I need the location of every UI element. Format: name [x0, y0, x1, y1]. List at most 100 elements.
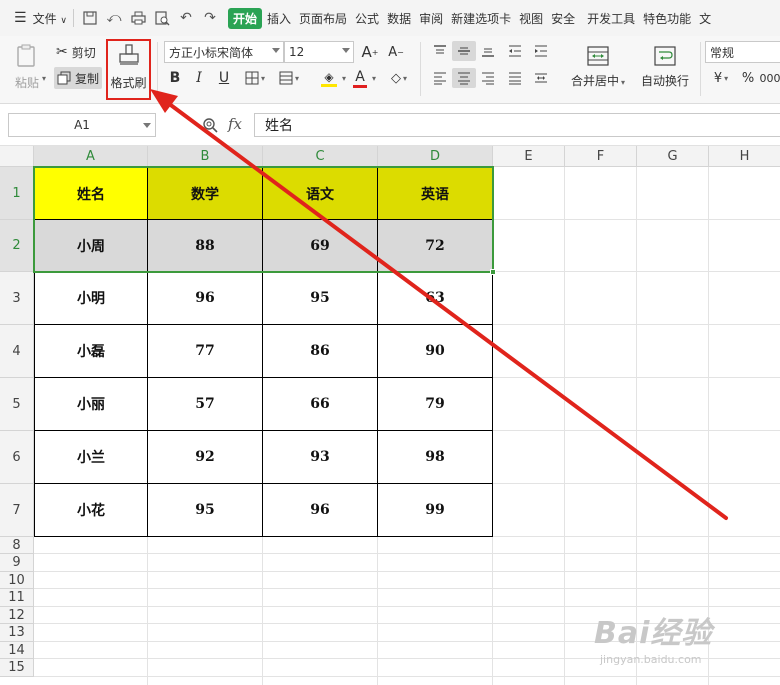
tab-data[interactable]: 数据 [387, 10, 411, 27]
menu-file[interactable]: 文件 ∨ [33, 10, 67, 27]
table-cell[interactable]: 88 [148, 220, 263, 272]
undo-icon[interactable]: ↶ [176, 8, 196, 28]
cut-button[interactable]: ✂ 剪切 [56, 42, 96, 62]
table-cell[interactable]: 66 [263, 378, 378, 431]
row-header-6[interactable]: 6 [0, 431, 34, 484]
row-header-9[interactable]: 9 [0, 554, 34, 572]
row-header-15[interactable]: 15 [0, 659, 34, 677]
increase-font-size-button[interactable]: A + [360, 42, 380, 62]
font-color-button[interactable]: A [350, 66, 370, 90]
table-cell[interactable]: 98 [378, 431, 493, 484]
insert-function-button[interactable]: fx [228, 115, 242, 133]
distributed-align-button[interactable] [531, 68, 551, 88]
font-size-select[interactable]: 12 [284, 41, 354, 63]
table-cell[interactable]: 小磊 [34, 325, 148, 378]
table-cell[interactable]: 数学 [148, 167, 263, 220]
table-cell[interactable]: 77 [148, 325, 263, 378]
merge-center-button[interactable]: 合并居中 ▾ [566, 42, 630, 92]
underline-button[interactable]: U [215, 68, 233, 88]
clear-format-button[interactable]: ◇ ▾ [386, 68, 412, 88]
row-header-11[interactable]: 11 [0, 589, 34, 607]
percent-button[interactable]: % [740, 68, 756, 88]
formula-input[interactable]: 姓名 [254, 113, 780, 137]
table-cell[interactable]: 小花 [34, 484, 148, 537]
export-icon[interactable]: ⤺ [104, 8, 124, 28]
fill-color-dropdown-icon[interactable]: ▾ [342, 74, 346, 83]
currency-button[interactable]: ¥ ▾ [708, 68, 734, 88]
row-header-7[interactable]: 7 [0, 484, 34, 537]
tab-developer[interactable]: 开发工具 [587, 10, 635, 27]
fill-color-button[interactable]: ◈ [314, 66, 344, 90]
decrease-font-size-button[interactable]: A − [386, 42, 406, 62]
italic-button[interactable]: I [190, 68, 208, 88]
align-top-button[interactable] [430, 41, 450, 61]
save-icon[interactable] [80, 8, 100, 28]
align-left-button[interactable] [430, 68, 450, 88]
tab-more[interactable]: 文 [699, 10, 711, 27]
redo-icon[interactable]: ↷ [200, 8, 220, 28]
bold-button[interactable]: B [166, 68, 184, 88]
align-center-button[interactable] [452, 68, 476, 88]
table-cell[interactable]: 小明 [34, 272, 148, 325]
column-header-e[interactable]: E [493, 146, 565, 167]
tab-review[interactable]: 审阅 [419, 10, 443, 27]
table-cell[interactable]: 99 [378, 484, 493, 537]
table-cell[interactable]: 96 [148, 272, 263, 325]
column-header-b[interactable]: B [148, 146, 263, 167]
fill-style-button[interactable]: ▾ [276, 68, 302, 88]
table-cell[interactable]: 63 [378, 272, 493, 325]
row-header-1[interactable]: 1 [0, 167, 34, 220]
row-header-10[interactable]: 10 [0, 572, 34, 589]
decrease-indent-button[interactable] [505, 41, 525, 61]
increase-indent-button[interactable] [531, 41, 551, 61]
column-header-g[interactable]: G [637, 146, 709, 167]
table-cell[interactable]: 95 [148, 484, 263, 537]
tab-security[interactable]: 安全 [551, 10, 575, 27]
column-header-h[interactable]: H [709, 146, 780, 167]
font-name-select[interactable]: 方正小标宋简体 [164, 41, 284, 63]
row-header-8[interactable]: 8 [0, 537, 34, 554]
row-header-13[interactable]: 13 [0, 624, 34, 642]
number-format-select[interactable]: 常规 [705, 41, 780, 63]
border-button[interactable]: ▾ [242, 68, 268, 88]
copy-button[interactable]: 复制 [54, 67, 103, 89]
table-cell[interactable]: 英语 [378, 167, 493, 220]
align-middle-button[interactable] [452, 41, 476, 61]
tab-insert[interactable]: 插入 [267, 10, 291, 27]
fill-handle[interactable] [490, 269, 496, 275]
print-preview-icon[interactable] [152, 8, 172, 28]
column-header-a[interactable]: A [34, 146, 148, 167]
table-cell[interactable]: 姓名 [34, 167, 148, 220]
paste-button[interactable]: 粘贴 [10, 40, 44, 94]
table-cell[interactable]: 86 [263, 325, 378, 378]
column-header-d[interactable]: D [378, 146, 493, 167]
row-header-14[interactable]: 14 [0, 642, 34, 659]
table-cell[interactable]: 72 [378, 220, 493, 272]
spreadsheet-grid[interactable]: A B C D E F G H 1 2 3 4 5 6 7 8 9 10 11 12 13 14 15 姓名 数学 语文 英语 小周 8… [0, 146, 780, 685]
table-cell[interactable]: 93 [263, 431, 378, 484]
table-cell[interactable]: 小兰 [34, 431, 148, 484]
column-header-f[interactable]: F [565, 146, 637, 167]
table-cell[interactable]: 90 [378, 325, 493, 378]
row-header-4[interactable]: 4 [0, 325, 34, 378]
hamburger-icon[interactable]: ☰ [14, 10, 27, 26]
paste-dropdown-icon[interactable]: ▾ [42, 74, 46, 83]
font-color-dropdown-icon[interactable]: ▾ [372, 74, 376, 83]
zoom-search-icon[interactable] [202, 117, 218, 136]
table-cell[interactable]: 小丽 [34, 378, 148, 431]
row-header-3[interactable]: 3 [0, 272, 34, 325]
select-all-corner[interactable] [0, 146, 34, 167]
table-cell[interactable]: 92 [148, 431, 263, 484]
tab-view[interactable]: 视图 [519, 10, 543, 27]
tab-page-layout[interactable]: 页面布局 [299, 10, 347, 27]
row-header-5[interactable]: 5 [0, 378, 34, 431]
justify-button[interactable] [505, 68, 525, 88]
table-cell[interactable]: 语文 [263, 167, 378, 220]
table-cell[interactable]: 小周 [34, 220, 148, 272]
tab-special-features[interactable]: 特色功能 [643, 10, 691, 27]
column-header-c[interactable]: C [263, 146, 378, 167]
table-cell[interactable]: 57 [148, 378, 263, 431]
tab-new-tab[interactable]: 新建选项卡 [451, 10, 511, 27]
name-box[interactable]: A1 [8, 113, 156, 137]
table-cell[interactable]: 95 [263, 272, 378, 325]
